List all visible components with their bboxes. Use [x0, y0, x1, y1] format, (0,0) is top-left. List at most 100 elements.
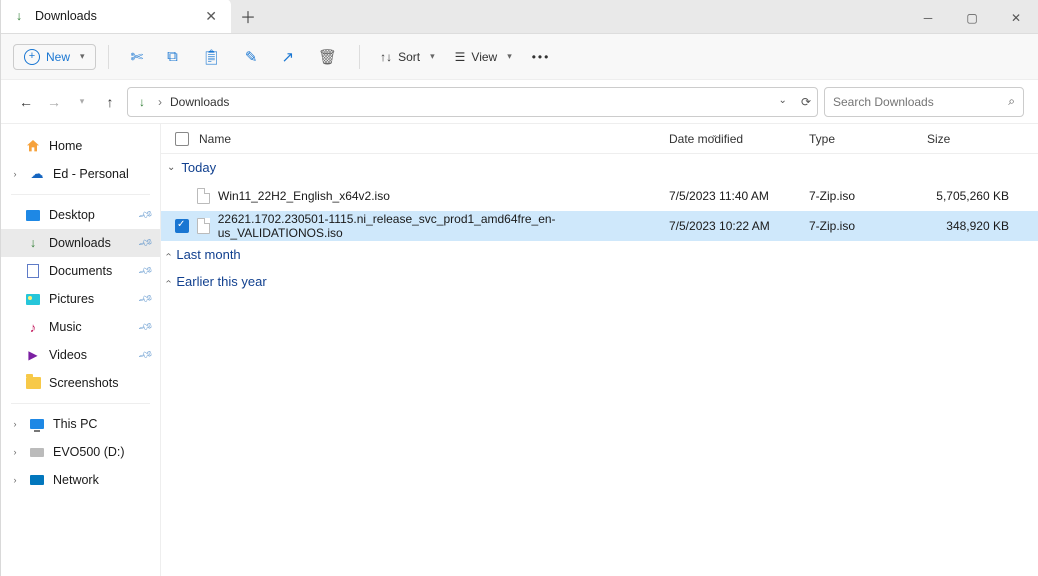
view-icon: ☰ — [455, 50, 466, 64]
rename-button[interactable]: ✎ — [235, 44, 268, 70]
paste-button[interactable]: 📋︎ — [192, 44, 231, 70]
minimize-button[interactable]: ─ — [906, 3, 950, 33]
sidebar-label: Downloads — [49, 236, 111, 250]
pin-icon: 📌︎ — [137, 235, 154, 251]
expand-icon[interactable]: › — [9, 419, 21, 429]
sidebar-item-onedrive[interactable]: › ☁ Ed - Personal — [1, 160, 160, 188]
refresh-button[interactable]: ⟳ — [801, 95, 811, 109]
file-size: 348,920 KB — [927, 219, 1027, 233]
more-button[interactable]: ••• — [524, 45, 559, 69]
navigation-bar: ← → ▾ ↑ ↓ › Downloads ⌄ ⟳ ⌕ — [1, 80, 1038, 124]
file-date: 7/5/2023 10:22 AM — [669, 219, 809, 233]
cut-button[interactable]: ✄ — [121, 44, 154, 70]
col-size[interactable]: Size — [927, 132, 1027, 146]
expand-icon[interactable]: › — [9, 475, 21, 485]
group-label: Earlier this year — [176, 274, 266, 289]
col-type[interactable]: Type — [809, 132, 927, 146]
rename-icon: ✎ — [245, 49, 258, 66]
delete-button[interactable]: 🗑︎ — [308, 44, 347, 70]
expand-icon[interactable]: › — [9, 447, 21, 457]
chevron-down-icon: ▾ — [80, 51, 85, 62]
window-controls: ─ ▢ ✕ — [906, 3, 1038, 33]
pin-icon: 📌︎ — [137, 207, 154, 223]
tab-downloads[interactable]: ↓ Downloads ✕ — [1, 0, 231, 33]
select-all-checkbox[interactable] — [175, 132, 189, 146]
chevron-down-icon: ⌄ — [167, 162, 175, 173]
sidebar-label: This PC — [53, 417, 97, 431]
pictures-icon — [25, 291, 41, 307]
pin-icon: 📌︎ — [137, 347, 154, 363]
sidebar-label: Music — [49, 320, 82, 334]
desktop-icon — [25, 207, 41, 223]
close-window-button[interactable]: ✕ — [994, 3, 1038, 33]
search-box[interactable]: ⌕ — [824, 87, 1024, 117]
search-input[interactable] — [833, 95, 1000, 109]
clipboard-icon: 📋︎ — [202, 49, 221, 66]
column-headers: Name ⌄ Date modified Type Size — [161, 124, 1038, 154]
sidebar-item-drive[interactable]: › EVO500 (D:) — [1, 438, 160, 466]
sidebar-item-thispc[interactable]: › This PC — [1, 410, 160, 438]
sidebar: Home › ☁ Ed - Personal Desktop 📌︎ ↓ Down… — [1, 124, 161, 576]
copy-button[interactable]: ⧉ — [157, 44, 188, 69]
separator — [108, 45, 109, 69]
divider — [11, 403, 150, 404]
download-arrow-icon: ↓ — [25, 235, 41, 251]
trash-icon: 🗑︎ — [318, 49, 337, 66]
file-list: Name ⌄ Date modified Type Size ⌄ Today W… — [161, 124, 1038, 576]
expand-icon[interactable]: › — [9, 169, 21, 179]
drive-icon — [29, 444, 45, 460]
sidebar-item-pictures[interactable]: Pictures 📌︎ — [1, 285, 160, 313]
address-dropdown[interactable]: ⌄ — [779, 95, 787, 109]
toolbar: + New ▾ ✄ ⧉ 📋︎ ✎ ↗ 🗑︎ ↑↓ Sort ▾ ☰ — [1, 34, 1038, 80]
view-button[interactable]: ☰ View ▾ — [447, 45, 520, 69]
close-tab-button[interactable]: ✕ — [201, 8, 221, 25]
file-row[interactable]: 22621.1702.230501-1115.ni_release_svc_pr… — [161, 211, 1038, 241]
view-label: View — [471, 50, 497, 64]
file-name: 22621.1702.230501-1115.ni_release_svc_pr… — [218, 212, 669, 240]
tab-bar: ↓ Downloads ✕ ＋ ─ ▢ ✕ — [1, 0, 1038, 34]
sort-label: Sort — [398, 50, 420, 64]
sidebar-item-downloads[interactable]: ↓ Downloads 📌︎ — [1, 229, 160, 257]
copy-icon: ⧉ — [167, 48, 178, 65]
cloud-icon: ☁ — [29, 166, 45, 182]
new-tab-button[interactable]: ＋ — [231, 0, 265, 33]
col-name[interactable]: Name — [199, 132, 231, 146]
file-row[interactable]: Win11_22H2_English_x64v2.iso 7/5/2023 11… — [161, 181, 1038, 211]
sidebar-label: Desktop — [49, 208, 95, 222]
forward-button[interactable]: → — [43, 94, 65, 110]
recent-dropdown[interactable]: ▾ — [71, 96, 93, 107]
group-lastmonth[interactable]: › Last month — [161, 241, 1038, 268]
sidebar-label: Pictures — [49, 292, 94, 306]
back-button[interactable]: ← — [15, 94, 37, 110]
row-checkbox[interactable] — [175, 219, 189, 233]
sidebar-item-screenshots[interactable]: Screenshots — [1, 369, 160, 397]
col-date[interactable]: ⌄ Date modified — [669, 132, 809, 146]
maximize-button[interactable]: ▢ — [950, 3, 994, 33]
group-earlier[interactable]: › Earlier this year — [161, 268, 1038, 295]
up-button[interactable]: ↑ — [99, 94, 121, 110]
sidebar-item-desktop[interactable]: Desktop 📌︎ — [1, 201, 160, 229]
sidebar-label: Network — [53, 473, 99, 487]
address-bar[interactable]: ↓ › Downloads ⌄ ⟳ — [127, 87, 818, 117]
sidebar-label: Ed - Personal — [53, 167, 129, 181]
sidebar-item-videos[interactable]: ▶ Videos 📌︎ — [1, 341, 160, 369]
address-location: Downloads — [170, 95, 229, 109]
sidebar-item-music[interactable]: ♪ Music 📌︎ — [1, 313, 160, 341]
new-button[interactable]: + New ▾ — [13, 44, 96, 70]
sidebar-item-network[interactable]: › Network — [1, 466, 160, 494]
search-icon: ⌕ — [1008, 94, 1015, 109]
sort-indicator-icon: ⌄ — [711, 130, 718, 139]
file-type: 7-Zip.iso — [809, 189, 927, 203]
share-button[interactable]: ↗ — [271, 44, 304, 70]
sidebar-item-home[interactable]: Home — [1, 132, 160, 160]
sort-button[interactable]: ↑↓ Sort ▾ — [372, 45, 443, 69]
video-icon: ▶ — [25, 347, 41, 363]
pin-icon: 📌︎ — [137, 291, 154, 307]
sidebar-item-documents[interactable]: Documents 📌︎ — [1, 257, 160, 285]
sidebar-label: Home — [49, 139, 82, 153]
group-today[interactable]: ⌄ Today — [161, 154, 1038, 181]
chevron-down-icon: ▾ — [507, 51, 512, 62]
file-icon — [197, 188, 210, 204]
file-name: Win11_22H2_English_x64v2.iso — [218, 189, 390, 203]
pin-icon: 📌︎ — [137, 263, 154, 279]
